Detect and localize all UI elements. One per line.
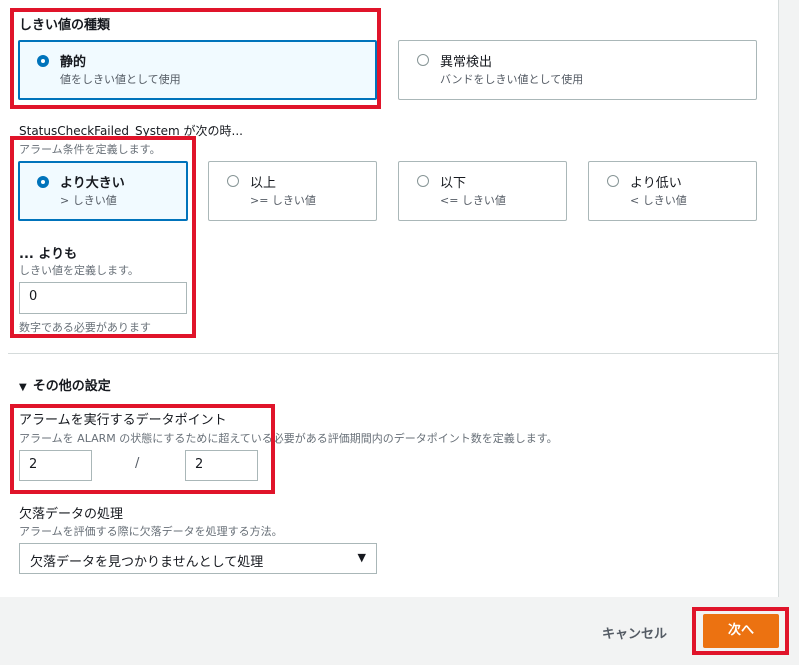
threshold-anomaly-option[interactable]: 異常検出 バンドをしきい値として使用 bbox=[398, 40, 757, 100]
cancel-button[interactable]: キャンセル bbox=[602, 623, 667, 642]
condition-greater-equal-title: 以上 bbox=[250, 176, 277, 191]
missing-data-select[interactable]: 欠落データを見つかりませんとして処理 ▼ bbox=[19, 543, 377, 574]
condition-less-desc: < しきい値 bbox=[630, 194, 687, 207]
radio-unselected-icon[interactable] bbox=[227, 175, 239, 187]
condition-greater-equal-option[interactable]: 以上 >= しきい値 bbox=[208, 161, 377, 221]
additional-settings-toggle[interactable]: ▼ その他の設定 bbox=[19, 375, 111, 394]
threshold-anomaly-desc: バンドをしきい値として使用 bbox=[440, 73, 584, 86]
highlight-box bbox=[10, 136, 196, 338]
highlight-box bbox=[10, 404, 275, 494]
missing-data-label: 欠落データの処理 bbox=[19, 507, 124, 522]
highlight-box bbox=[692, 607, 789, 655]
caret-down-icon: ▼ bbox=[19, 382, 27, 393]
radio-unselected-icon[interactable] bbox=[417, 175, 429, 187]
condition-less-title: より低い bbox=[630, 176, 682, 191]
condition-less-equal-desc: <= しきい値 bbox=[440, 194, 506, 207]
caret-down-icon: ▼ bbox=[357, 551, 366, 564]
section-divider bbox=[8, 353, 778, 354]
condition-less-option[interactable]: より低い < しきい値 bbox=[588, 161, 757, 221]
threshold-anomaly-title: 異常検出 bbox=[440, 55, 493, 70]
missing-data-selected-value: 欠落データを見つかりませんとして処理 bbox=[30, 555, 264, 570]
highlight-box bbox=[10, 8, 381, 109]
condition-less-equal-option[interactable]: 以下 <= しきい値 bbox=[398, 161, 567, 221]
condition-less-equal-title: 以下 bbox=[440, 176, 467, 191]
radio-unselected-icon[interactable] bbox=[417, 54, 429, 66]
radio-unselected-icon[interactable] bbox=[607, 175, 619, 187]
condition-greater-equal-desc: >= しきい値 bbox=[250, 194, 316, 207]
additional-settings-label: その他の設定 bbox=[32, 379, 111, 394]
missing-data-desc: アラームを評価する際に欠落データを処理する方法。 bbox=[19, 525, 283, 538]
